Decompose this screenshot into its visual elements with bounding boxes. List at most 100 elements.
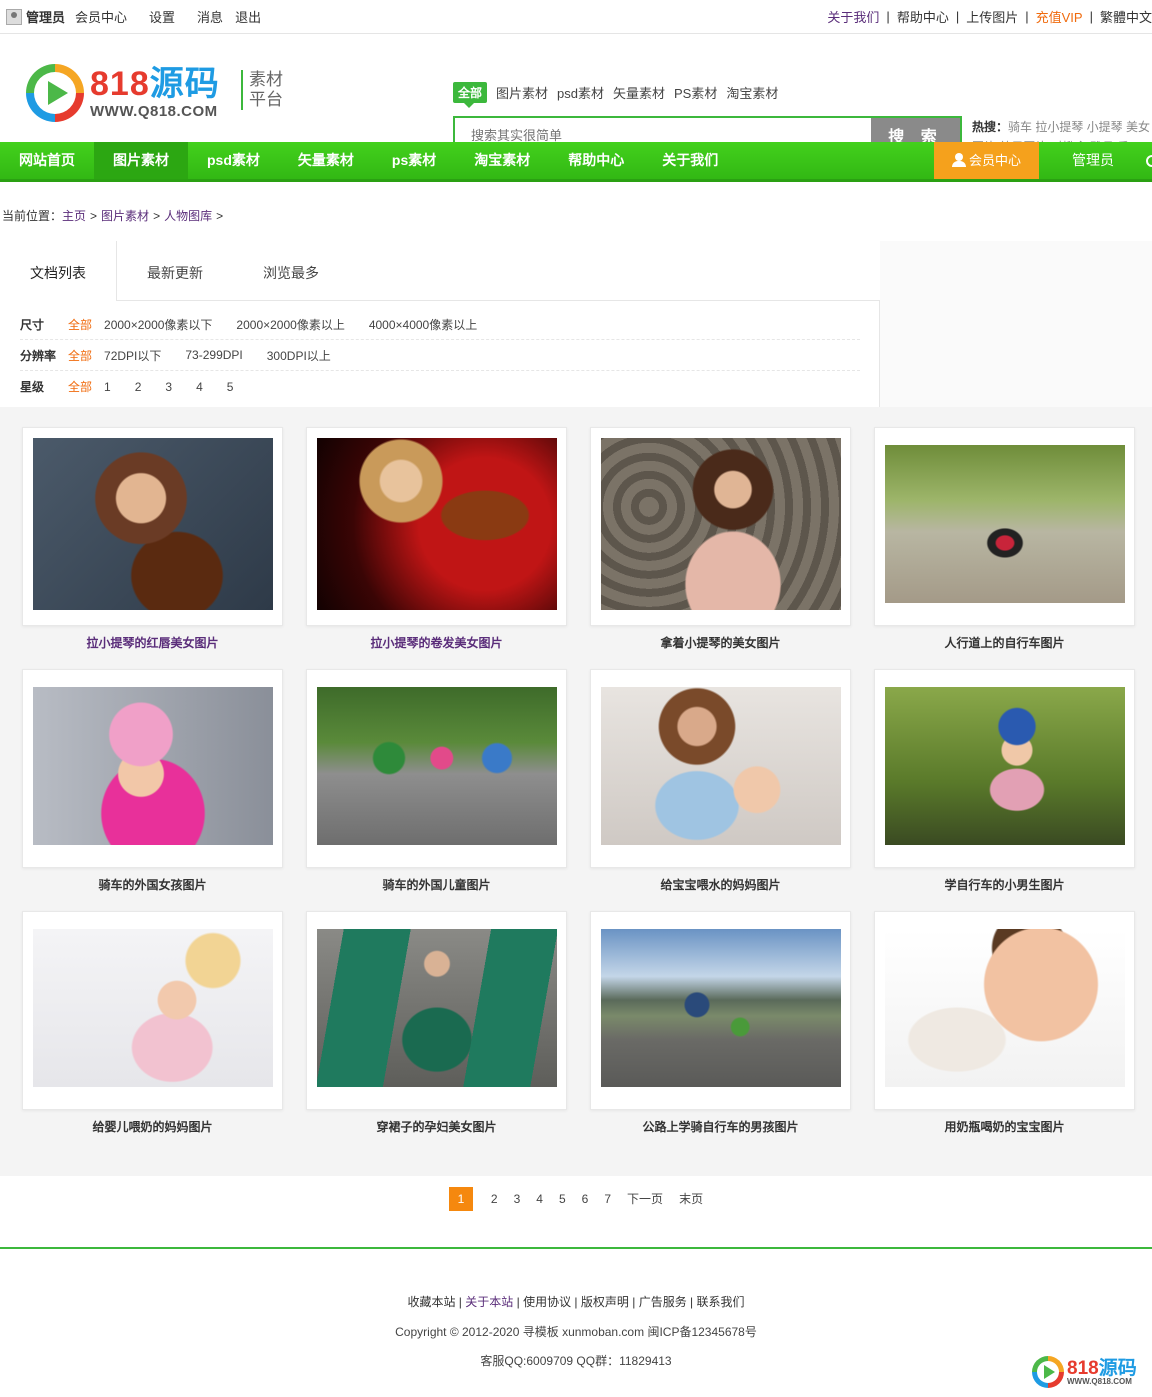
breadcrumb-separator: >: [216, 209, 224, 223]
nav-psd[interactable]: psd素材: [188, 142, 279, 179]
image-title[interactable]: 骑车的外国儿童图片: [306, 876, 567, 893]
username[interactable]: 管理员: [26, 7, 65, 26]
search-tab-taobao[interactable]: 淘宝素材: [726, 83, 778, 102]
filter-option[interactable]: 全部: [68, 316, 92, 333]
breadcrumb-images[interactable]: 图片素材: [101, 209, 149, 223]
page-link[interactable]: 3: [514, 1192, 521, 1206]
nav-help[interactable]: 帮助中心: [549, 142, 643, 179]
page-link[interactable]: 6: [582, 1192, 589, 1206]
footer-link[interactable]: 广告服务: [639, 1295, 687, 1309]
image-title[interactable]: 给婴儿喂奶的妈妈图片: [22, 1118, 283, 1135]
breadcrumb-people[interactable]: 人物图库: [164, 209, 212, 223]
nav-vector[interactable]: 矢量素材: [279, 142, 373, 179]
nav-about[interactable]: 关于我们: [643, 142, 737, 179]
footer-link[interactable]: 收藏本站: [407, 1295, 455, 1309]
nav-taobao[interactable]: 淘宝素材: [455, 142, 549, 179]
footer-link[interactable]: 使用协议: [523, 1295, 571, 1309]
member-center-button[interactable]: 会员中心: [934, 142, 1039, 179]
search-tab-vector[interactable]: 矢量素材: [613, 83, 665, 102]
photo: [885, 687, 1125, 845]
filter-option[interactable]: 73-299DPI: [185, 348, 242, 362]
page-link[interactable]: 5: [559, 1192, 566, 1206]
circle-icon[interactable]: [1146, 155, 1152, 167]
filter-option[interactable]: 2: [135, 380, 142, 394]
about-link[interactable]: 关于我们: [827, 7, 879, 26]
help-link[interactable]: 帮助中心: [897, 7, 949, 26]
user-avatar-icon: [6, 8, 22, 25]
image-card[interactable]: [874, 427, 1135, 626]
page-link[interactable]: 2: [491, 1192, 498, 1206]
image-title[interactable]: 人行道上的自行车图片: [874, 634, 1135, 651]
filter-option[interactable]: 2000×2000像素以上: [236, 316, 344, 333]
member-center-label: 会员中心: [968, 153, 1021, 168]
nav-admin[interactable]: 管理员: [1072, 142, 1114, 179]
filter-option[interactable]: 4: [196, 380, 203, 394]
search-tab-images[interactable]: 图片素材: [496, 83, 548, 102]
logo-url: WWW.Q818.COM: [90, 103, 218, 120]
footer-link[interactable]: 联系我们: [697, 1295, 745, 1309]
image-title[interactable]: 用奶瓶喝奶的宝宝图片: [874, 1118, 1135, 1135]
nav-home[interactable]: 网站首页: [0, 142, 94, 179]
image-card[interactable]: [306, 427, 567, 626]
filter-stars: 星级 全部 1 2 3 4 5: [20, 371, 860, 402]
next-page-link[interactable]: 下一页: [627, 1190, 663, 1207]
tab-doc-list[interactable]: 文档列表: [0, 241, 117, 301]
search-tab-psd[interactable]: psd素材: [557, 83, 604, 102]
footer-link[interactable]: 版权声明: [581, 1295, 629, 1309]
breadcrumb-home[interactable]: 主页: [62, 209, 86, 223]
image-title[interactable]: 拿着小提琴的美女图片: [590, 634, 851, 651]
filter-option[interactable]: 5: [227, 380, 234, 394]
tab-most-viewed[interactable]: 浏览最多: [233, 241, 349, 301]
page-current[interactable]: 1: [448, 1186, 473, 1211]
nav-images[interactable]: 图片素材: [94, 142, 188, 179]
nav-ps[interactable]: ps素材: [373, 142, 455, 179]
image-title[interactable]: 拉小提琴的卷发美女图片: [306, 634, 567, 651]
logout-link[interactable]: 退出: [235, 7, 261, 26]
page-link[interactable]: 4: [536, 1192, 543, 1206]
filter-option[interactable]: 2000×2000像素以下: [104, 316, 212, 333]
filter-option[interactable]: 全部: [68, 347, 92, 364]
main-content: 文档列表 最新更新 浏览最多 尺寸 全部 2000×2000像素以下 2000×…: [0, 241, 1152, 1221]
image-title[interactable]: 拉小提琴的红唇美女图片: [22, 634, 283, 651]
vip-link[interactable]: 充值VIP: [1036, 7, 1083, 26]
filter-option[interactable]: 4000×4000像素以上: [369, 316, 477, 333]
search-tab-all[interactable]: 全部: [453, 82, 488, 108]
search-tab-ps[interactable]: PS素材: [674, 83, 717, 102]
tab-latest[interactable]: 最新更新: [117, 241, 233, 301]
breadcrumb-prefix: 当前位置：: [2, 209, 63, 223]
footer-link[interactable]: 关于本站: [465, 1295, 513, 1309]
filter-option[interactable]: 全部: [68, 378, 92, 395]
page-link[interactable]: 7: [604, 1192, 611, 1206]
last-page-link[interactable]: 末页: [679, 1190, 703, 1207]
language-link[interactable]: 繁體中文: [1100, 7, 1152, 26]
upload-link[interactable]: 上传图片: [966, 7, 1018, 26]
logo-play-icon: [26, 64, 84, 122]
member-center-link[interactable]: 会员中心: [75, 7, 127, 26]
site-logo[interactable]: 818源码 WWW.Q818.COM: [26, 64, 220, 122]
image-card[interactable]: [306, 911, 567, 1110]
image-title[interactable]: 穿裙子的孕妇美女图片: [306, 1118, 567, 1135]
filter-option[interactable]: 300DPI以上: [267, 347, 331, 364]
filter-option[interactable]: 1: [104, 380, 111, 394]
filter-label: 分辨率: [20, 348, 57, 363]
photo: [885, 929, 1125, 1087]
image-card[interactable]: [22, 669, 283, 868]
image-title[interactable]: 骑车的外国女孩图片: [22, 876, 283, 893]
messages-link[interactable]: 消息: [197, 7, 223, 26]
image-card[interactable]: [306, 669, 567, 868]
filter-option[interactable]: 3: [165, 380, 172, 394]
image-card[interactable]: [874, 669, 1135, 868]
settings-link[interactable]: 设置: [149, 7, 175, 26]
image-card[interactable]: [874, 911, 1135, 1110]
image-title[interactable]: 给宝宝喂水的妈妈图片: [590, 876, 851, 893]
image-title[interactable]: 公路上学骑自行车的男孩图片: [590, 1118, 851, 1135]
image-title[interactable]: 学自行车的小男生图片: [874, 876, 1135, 893]
image-card[interactable]: [22, 427, 283, 626]
user-icon: [951, 153, 966, 167]
image-card[interactable]: [590, 911, 851, 1110]
filter-label: 星级: [20, 380, 45, 394]
image-card[interactable]: [590, 669, 851, 868]
image-card[interactable]: [590, 427, 851, 626]
image-card[interactable]: [22, 911, 283, 1110]
filter-option[interactable]: 72DPI以下: [104, 347, 161, 364]
